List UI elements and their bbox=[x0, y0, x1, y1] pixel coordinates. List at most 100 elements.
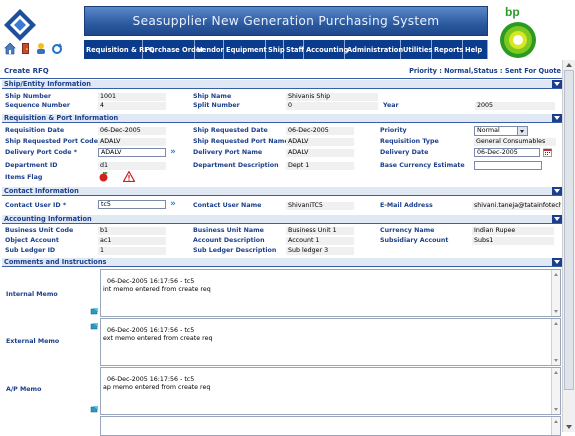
currency-label: Currency Name bbox=[380, 227, 435, 234]
memo-scrollbar[interactable] bbox=[551, 319, 560, 365]
status-text: Priority : Normal,Status : Sent For Quot… bbox=[409, 67, 561, 75]
internal-memo-label: Internal Memo bbox=[6, 291, 58, 298]
scroll-thumb[interactable] bbox=[564, 70, 574, 390]
priority-value: Normal bbox=[477, 127, 500, 134]
toolbar bbox=[4, 42, 80, 56]
account-desc-label: Account Description bbox=[193, 237, 265, 244]
scroll-down-icon[interactable] bbox=[563, 423, 575, 432]
ap-memo-label: A/P Memo bbox=[6, 386, 42, 393]
scroll-up-icon[interactable] bbox=[552, 270, 560, 278]
delivery-port-name: ADALV bbox=[286, 149, 354, 157]
currency: Indian Rupee bbox=[472, 227, 554, 235]
ship-port-code-label: Ship Requested Port Code bbox=[5, 138, 98, 145]
menu-item-staff[interactable]: Staff bbox=[284, 40, 304, 59]
menu-item-accounting[interactable]: Accounting bbox=[304, 40, 348, 59]
collapse-icon[interactable] bbox=[552, 80, 562, 88]
ship-req-date: 06-Dec-2005 bbox=[286, 127, 354, 135]
collapse-icon[interactable] bbox=[552, 114, 562, 122]
req-type-label: Requisition Type bbox=[380, 138, 439, 145]
req-type: General Consumables bbox=[474, 138, 556, 146]
scroll-up-icon[interactable] bbox=[563, 60, 575, 69]
section-ship-title: Ship/Entity Information bbox=[4, 80, 91, 88]
external-memo-textarea[interactable]: 06-Dec-2005 16:17:56 - tc5 ext memo ente… bbox=[100, 318, 561, 366]
menu-item-administration[interactable]: Administration bbox=[345, 40, 403, 59]
subsidiary-label: Subsidiary Account bbox=[380, 237, 449, 244]
scroll-down-icon[interactable] bbox=[552, 406, 560, 414]
ship-req-date-label: Ship Requested Date bbox=[193, 127, 268, 134]
lookup-arrow-icon[interactable]: » bbox=[170, 200, 178, 209]
memo-scrollbar[interactable] bbox=[551, 368, 560, 414]
account-desc: Account 1 bbox=[286, 237, 354, 245]
edit-memo-icon[interactable] bbox=[90, 307, 99, 315]
scroll-up-icon[interactable] bbox=[552, 319, 560, 327]
warning-icon bbox=[123, 171, 135, 182]
priority-label: Priority bbox=[380, 127, 407, 134]
chevron-down-icon[interactable] bbox=[517, 127, 527, 135]
ship-number-label: Ship Number bbox=[5, 93, 52, 100]
menu-item-requisition-rfq[interactable]: Requisition & RFQ bbox=[84, 40, 155, 59]
sequence-label: Sequence Number bbox=[5, 102, 70, 109]
user-icon[interactable] bbox=[35, 42, 47, 55]
base-currency-input[interactable] bbox=[474, 161, 542, 170]
delivery-date-label: Delivery Date bbox=[380, 149, 429, 156]
menu-item-reports[interactable]: Reports bbox=[432, 40, 464, 59]
scroll-up-icon[interactable] bbox=[552, 368, 560, 376]
menu-item-purchase-order[interactable]: Purchase Order bbox=[143, 40, 204, 59]
menu-item-vendor[interactable]: Vendor bbox=[195, 40, 224, 59]
exit-door-icon[interactable] bbox=[20, 42, 32, 55]
delivery-port-name-label: Delivery Port Name bbox=[193, 149, 263, 156]
ship-name-label: Ship Name bbox=[193, 93, 232, 100]
split-number: 0 bbox=[286, 102, 378, 110]
dept-desc: Dept 1 bbox=[286, 162, 354, 170]
menu-item-utilities[interactable]: Utilities bbox=[401, 40, 433, 59]
main-menu: Requisition & RFQ Purchase Order Vendor Equ… bbox=[84, 40, 488, 59]
collapse-icon[interactable] bbox=[552, 258, 562, 266]
contact-user-name-label: Contact User Name bbox=[193, 202, 262, 209]
apple-flag-icon bbox=[99, 172, 108, 182]
menu-item-ship[interactable]: Ship bbox=[266, 40, 285, 59]
subsidiary-account: Subs1 bbox=[472, 237, 554, 245]
home-icon[interactable] bbox=[4, 42, 16, 55]
scroll-up-icon[interactable] bbox=[552, 417, 560, 425]
contact-user-id-label: Contact User ID * bbox=[5, 202, 67, 209]
internal-memo-text: 06-Dec-2005 16:17:56 - tc5 int memo ente… bbox=[103, 278, 211, 293]
priority-select[interactable]: Normal bbox=[474, 126, 528, 136]
internal-memo-textarea[interactable]: 06-Dec-2005 16:17:56 - tc5 int memo ente… bbox=[100, 269, 561, 317]
section-contact-title: Contact Information bbox=[4, 187, 79, 195]
ship-port-name-label: Ship Requested Port Name bbox=[193, 138, 289, 145]
page-title-bar: Create RFQ Priority : Normal,Status : Se… bbox=[0, 64, 575, 79]
base-currency-label: Base Currency Estimate bbox=[380, 162, 465, 169]
scroll-down-icon[interactable] bbox=[552, 357, 560, 365]
app-title: Seasupplier New Generation Purchasing Sy… bbox=[132, 14, 440, 28]
external-memo-text: 06-Dec-2005 16:17:56 - tc5 ext memo ente… bbox=[103, 327, 213, 342]
refresh-icon[interactable] bbox=[51, 42, 63, 55]
edit-memo-icon[interactable] bbox=[90, 322, 99, 330]
ship-port-name: ADALV bbox=[286, 138, 354, 146]
delivery-date-input[interactable]: 06-Dec-2005 bbox=[474, 148, 540, 157]
page-scrollbar[interactable] bbox=[562, 60, 575, 432]
lookup-arrow-icon[interactable]: » bbox=[170, 148, 178, 157]
contact-user-id-input[interactable]: tc5 bbox=[98, 200, 166, 209]
scroll-down-icon[interactable] bbox=[552, 308, 560, 316]
collapse-icon[interactable] bbox=[552, 187, 562, 195]
menu-item-help[interactable]: Help bbox=[463, 40, 488, 59]
external-memo-label: External Memo bbox=[6, 338, 60, 345]
extra-memo-textarea[interactable] bbox=[100, 416, 561, 436]
bu-name: Business Unit 1 bbox=[286, 227, 354, 235]
email-label: E-Mail Address bbox=[380, 202, 433, 209]
sequence-number: 4 bbox=[98, 102, 166, 110]
memo-scrollbar[interactable] bbox=[551, 417, 560, 435]
section-ship: Ship/Entity Information bbox=[2, 80, 562, 89]
collapse-icon[interactable] bbox=[552, 215, 562, 223]
edit-memo-icon[interactable] bbox=[90, 405, 99, 413]
section-requisition-title: Requisition & Port Information bbox=[4, 114, 119, 122]
object-account: ac1 bbox=[98, 237, 166, 245]
split-label: Split Number bbox=[193, 102, 240, 109]
contact-user-name: ShivaniTC5 bbox=[286, 202, 354, 210]
delivery-port-code-input[interactable]: ADALV bbox=[98, 148, 166, 157]
delivery-port-code-label: Delivery Port Code * bbox=[5, 149, 78, 156]
menu-item-equipment[interactable]: Equipment bbox=[224, 40, 267, 59]
ap-memo-textarea[interactable]: 06-Dec-2005 16:17:56 - tc5 ap memo enter… bbox=[100, 367, 561, 415]
calendar-icon[interactable] bbox=[543, 148, 552, 157]
memo-scrollbar[interactable] bbox=[551, 270, 560, 316]
